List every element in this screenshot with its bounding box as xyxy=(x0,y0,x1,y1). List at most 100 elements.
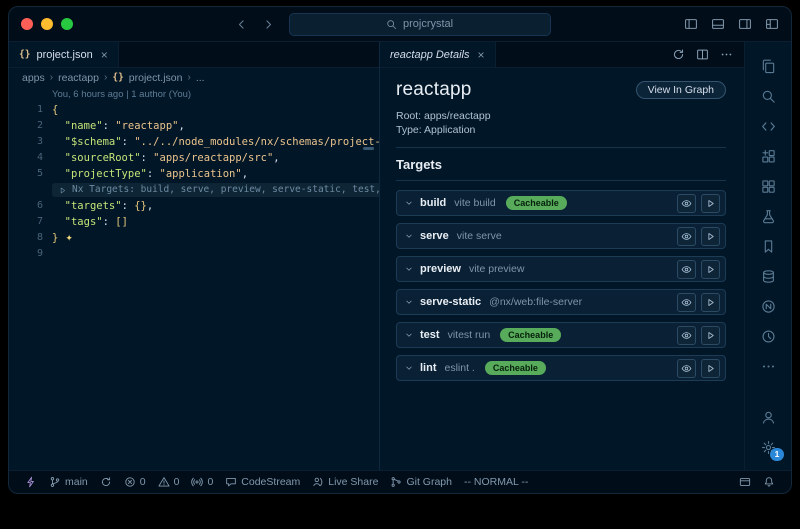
nx-console-icon[interactable] xyxy=(745,291,791,321)
status-label: 0 xyxy=(174,476,180,488)
target-command: vite build xyxy=(454,197,495,209)
cacheable-badge: Cacheable xyxy=(506,196,567,210)
target-name: test xyxy=(420,329,440,341)
history-back-button[interactable] xyxy=(235,18,248,31)
files-icon[interactable] xyxy=(745,51,791,81)
view-target-button[interactable] xyxy=(677,194,696,213)
view-target-button[interactable] xyxy=(677,260,696,279)
line-number: 9 xyxy=(9,246,52,262)
status-git-branch[interactable]: main xyxy=(43,471,94,493)
vscode-window: projcrystal {} project.json × apps › react… xyxy=(8,6,792,494)
breadcrumb-item[interactable]: apps xyxy=(22,72,45,84)
view-in-graph-button[interactable]: View In Graph xyxy=(636,81,726,99)
close-tab-icon[interactable]: × xyxy=(101,48,108,62)
sparkle-icon[interactable]: ✦ xyxy=(65,234,73,244)
zoom-window-button[interactable] xyxy=(61,18,73,30)
status-label: CodeStream xyxy=(241,476,300,488)
run-target-button[interactable] xyxy=(701,194,720,213)
bookmark-icon[interactable] xyxy=(745,231,791,261)
line-number: 6 xyxy=(9,198,52,214)
status-git-graph[interactable]: Git Graph xyxy=(384,471,458,493)
tab-label: project.json xyxy=(36,49,92,61)
view-target-button[interactable] xyxy=(677,326,696,345)
search-text: projcrystal xyxy=(403,18,453,30)
breadcrumb-item[interactable]: ... xyxy=(196,72,205,84)
extensions-icon[interactable] xyxy=(745,141,791,171)
line-number: 8 xyxy=(9,230,52,246)
type-value: Application xyxy=(424,124,475,136)
status-ports-count[interactable]: 0 xyxy=(185,471,219,493)
grid-icon[interactable] xyxy=(745,171,791,201)
layout-sidebar-right-icon[interactable] xyxy=(738,17,752,31)
history-forward-button[interactable] xyxy=(262,18,275,31)
target-name: serve xyxy=(420,230,449,242)
line-content: { xyxy=(52,102,58,118)
chevron-down-icon[interactable] xyxy=(404,297,414,307)
codelens-annotation[interactable]: You, 6 hours ago | 1 author (You) xyxy=(9,88,379,102)
liveshare-icon xyxy=(312,476,324,488)
layout-panel-icon[interactable] xyxy=(711,17,725,31)
target-row-serve-static[interactable]: serve-static@nx/web:file-server xyxy=(396,289,726,315)
settings-gear-icon[interactable]: 1 xyxy=(745,432,791,462)
view-target-button[interactable] xyxy=(677,359,696,378)
status-error-count[interactable]: 0 xyxy=(118,471,152,493)
line-number: 5 xyxy=(9,166,52,182)
nx-targets-hint[interactable]: Nx Targets: build, serve, preview, serve… xyxy=(52,183,379,197)
view-target-button[interactable] xyxy=(677,293,696,312)
breadcrumb-separator: › xyxy=(104,72,107,83)
status-vim-mode[interactable]: -- NORMAL -- xyxy=(458,471,534,493)
status-live-share[interactable]: Live Share xyxy=(306,471,384,493)
status-warning-count[interactable]: 0 xyxy=(152,471,186,493)
line-number xyxy=(9,182,52,198)
run-target-button[interactable] xyxy=(701,359,720,378)
run-target-button[interactable] xyxy=(701,293,720,312)
target-row-build[interactable]: buildvite buildCacheable xyxy=(396,190,726,216)
title-bar: projcrystal xyxy=(9,7,791,42)
search-icon[interactable] xyxy=(745,81,791,111)
refresh-button[interactable] xyxy=(672,48,685,61)
breadcrumb-item[interactable]: project.json xyxy=(129,72,183,84)
run-target-button[interactable] xyxy=(701,260,720,279)
close-tab-icon[interactable]: × xyxy=(478,48,485,62)
database-icon[interactable] xyxy=(745,261,791,291)
run-target-button[interactable] xyxy=(701,227,720,246)
tab-bar-right: reactapp Details × xyxy=(380,42,744,68)
layout-sidebar-icon[interactable] xyxy=(684,17,698,31)
more-actions-button[interactable] xyxy=(720,48,733,61)
code-line: 8}✦ xyxy=(9,230,379,246)
history-icon[interactable] xyxy=(745,321,791,351)
code-editor[interactable]: You, 6 hours ago | 1 author (You) 1{2 "n… xyxy=(9,87,379,470)
run-target-button[interactable] xyxy=(701,326,720,345)
tab-reactapp-details[interactable]: reactapp Details × xyxy=(380,42,496,67)
chevron-down-icon[interactable] xyxy=(404,330,414,340)
status-screencast-toggle[interactable] xyxy=(733,476,757,488)
layout-customize-icon[interactable] xyxy=(765,17,779,31)
target-row-test[interactable]: testvitest runCacheable xyxy=(396,322,726,348)
close-window-button[interactable] xyxy=(21,18,33,30)
chevron-down-icon[interactable] xyxy=(404,363,414,373)
status-notifications[interactable] xyxy=(757,476,781,488)
breadcrumb-item[interactable]: reactapp xyxy=(58,72,99,84)
target-row-preview[interactable]: previewvite preview xyxy=(396,256,726,282)
status-sync-button[interactable] xyxy=(94,471,118,493)
target-row-lint[interactable]: linteslint .Cacheable xyxy=(396,355,726,381)
split-editor-button[interactable] xyxy=(696,48,709,61)
status-label: 0 xyxy=(207,476,213,488)
chevron-down-icon[interactable] xyxy=(404,198,414,208)
flask-icon[interactable] xyxy=(745,201,791,231)
tab-project-json[interactable]: {} project.json × xyxy=(9,42,119,67)
view-target-button[interactable] xyxy=(677,227,696,246)
status-codestream[interactable]: CodeStream xyxy=(219,471,306,493)
minimize-window-button[interactable] xyxy=(41,18,53,30)
remote-icon[interactable] xyxy=(745,111,791,141)
account-icon[interactable] xyxy=(745,402,791,432)
target-row-serve[interactable]: servevite serve xyxy=(396,223,726,249)
chevron-down-icon[interactable] xyxy=(404,231,414,241)
status-remote-indicator[interactable] xyxy=(19,471,43,493)
more-icon[interactable] xyxy=(745,351,791,381)
chevron-down-icon[interactable] xyxy=(404,264,414,274)
search-icon xyxy=(386,19,397,30)
command-center-search[interactable]: projcrystal xyxy=(289,13,551,36)
layout-controls xyxy=(684,17,779,31)
target-command: eslint . xyxy=(445,362,475,374)
